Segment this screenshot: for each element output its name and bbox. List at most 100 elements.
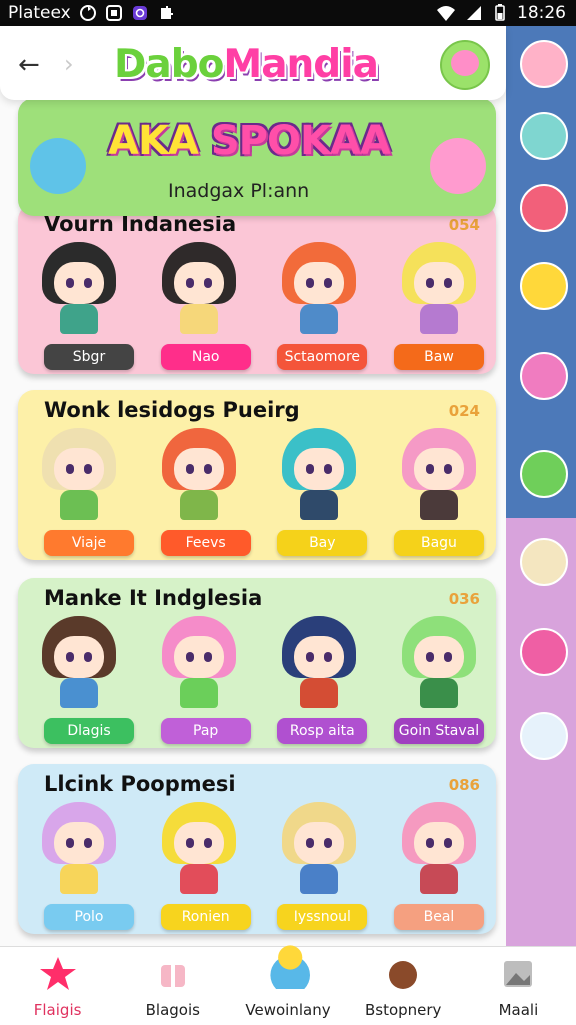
ball-sticker-icon[interactable] [520,352,568,400]
right-eye [84,652,92,662]
character-row [34,802,484,898]
face-shape [54,448,104,490]
character-avatar-icon[interactable] [34,616,124,712]
character-name-button[interactable]: Bagu [393,530,484,556]
left-eye [426,838,434,848]
character-name-button[interactable]: Sctaomore [277,344,368,370]
character-name-button[interactable]: Polo [44,904,134,930]
left-eye [66,464,74,474]
back-arrow-icon[interactable]: ← [18,50,40,80]
character-name-button[interactable]: Ronien [160,904,251,930]
left-eye [306,838,314,848]
logo-word-1: Dabo [114,42,224,87]
body-shape [420,304,458,334]
character-name-button[interactable]: Feevs [160,530,251,556]
nav-item-bstopnery[interactable]: Bstopnery [346,947,461,1025]
character-row [34,242,484,338]
nav-item-vewoinlany[interactable]: Vewoinlany [230,945,345,1025]
green-monster-sticker-icon[interactable] [520,450,568,498]
button-row: Polo Ronien Iyssnoul Beal [44,904,484,930]
leaf-face-sticker-icon[interactable] [520,538,568,586]
forward-arrow-icon[interactable]: › [64,50,74,78]
body-shape [180,864,218,894]
right-eye [324,838,332,848]
right-eye [84,464,92,474]
character-avatar-icon[interactable] [394,242,484,338]
character-avatar-icon[interactable] [34,802,124,898]
banner-title-a: AKA [108,118,211,164]
character-name-button[interactable]: Baw [393,344,484,370]
button-row: Dlagis Pap Rosp aita Goin Staval [44,718,484,744]
status-bar: Plateex 18:26 [0,0,576,26]
category-card[interactable]: Llcink Poopmesi 086 Polo Ronien Iyssnoul Beal [18,764,496,934]
character-name-button[interactable]: Bay [277,530,368,556]
signal-icon [467,6,481,20]
card-title: Manke It Indglesia [44,586,263,610]
character-avatar-icon[interactable] [394,616,484,712]
strawberry-sticker-icon[interactable] [520,184,568,232]
teal-face-sticker-icon[interactable] [520,112,568,160]
face-shape [414,636,464,678]
left-eye [306,464,314,474]
nav-item-maali[interactable]: Maali [461,947,576,1025]
body-shape [60,304,98,334]
character-avatar-icon[interactable] [394,428,484,524]
nav-item-blagois[interactable]: Blagois [115,947,230,1025]
character-avatar-icon[interactable] [154,616,244,712]
character-name-button[interactable]: Viaje [44,530,134,556]
character-name-button[interactable]: Rosp aita [277,718,368,744]
bird-sticker-icon[interactable] [520,712,568,760]
right-eye [204,652,212,662]
right-eye [444,464,452,474]
battery-icon [495,4,505,21]
button-row: Sbgr Nao Sctaomore Baw [44,344,484,370]
character-avatar-icon[interactable] [274,802,364,898]
category-card[interactable]: Vourn Indanesia 054 Sbgr Nao Sctaomore Baw [18,204,496,374]
puzzle-icon [160,6,173,19]
face-shape [174,822,224,864]
character-row [34,428,484,524]
nav-label: Bstopnery [364,1001,442,1019]
character-name-button[interactable]: Beal [393,904,484,930]
pink-pig-mascot-icon [430,138,486,194]
app-content: ← › DaboMandia AKA SPOKAA Inadgax Pl:ann… [0,26,506,946]
right-eye [204,464,212,474]
left-eye [426,464,434,474]
face-shape [294,262,344,304]
character-name-button[interactable]: Nao [160,344,251,370]
right-eye [324,652,332,662]
face-shape [294,448,344,490]
mascot-button[interactable] [440,40,490,90]
character-avatar-icon[interactable] [154,802,244,898]
character-name-button[interactable]: Sbgr [44,344,134,370]
body-shape [180,678,218,708]
nav-item-flaigis[interactable]: Flaigis [0,947,115,1025]
body-shape [300,490,338,520]
pink-face-sticker-icon[interactable] [520,40,568,88]
face-shape [294,636,344,678]
character-avatar-icon[interactable] [394,802,484,898]
body-shape [180,490,218,520]
wifi-icon [437,6,455,21]
carrier-label: Plateex [8,3,71,23]
button-row: Viaje Feevs Bay Bagu [44,530,484,556]
character-avatar-icon[interactable] [274,242,364,338]
left-eye [186,838,194,848]
character-name-button[interactable]: Pap [160,718,251,744]
character-name-button[interactable]: Iyssnoul [277,904,368,930]
category-card[interactable]: Wonk lesidogs Pueirg 024 Viaje Feevs Bay Bagu [18,390,496,560]
character-name-button[interactable]: Goin Staval [393,718,484,744]
character-avatar-icon[interactable] [154,242,244,338]
yellow-face-sticker-icon[interactable] [520,262,568,310]
character-avatar-icon[interactable] [34,242,124,338]
body-shape [180,304,218,334]
pink-blob-sticker-icon[interactable] [520,628,568,676]
character-name-button[interactable]: Dlagis [44,718,134,744]
character-avatar-icon[interactable] [154,428,244,524]
character-avatar-icon[interactable] [274,616,364,712]
character-avatar-icon[interactable] [34,428,124,524]
category-card[interactable]: Manke It Indglesia 036 Dlagis Pap Rosp aita G… [18,578,496,748]
face-shape [54,822,104,864]
body-shape [300,864,338,894]
character-avatar-icon[interactable] [274,428,364,524]
